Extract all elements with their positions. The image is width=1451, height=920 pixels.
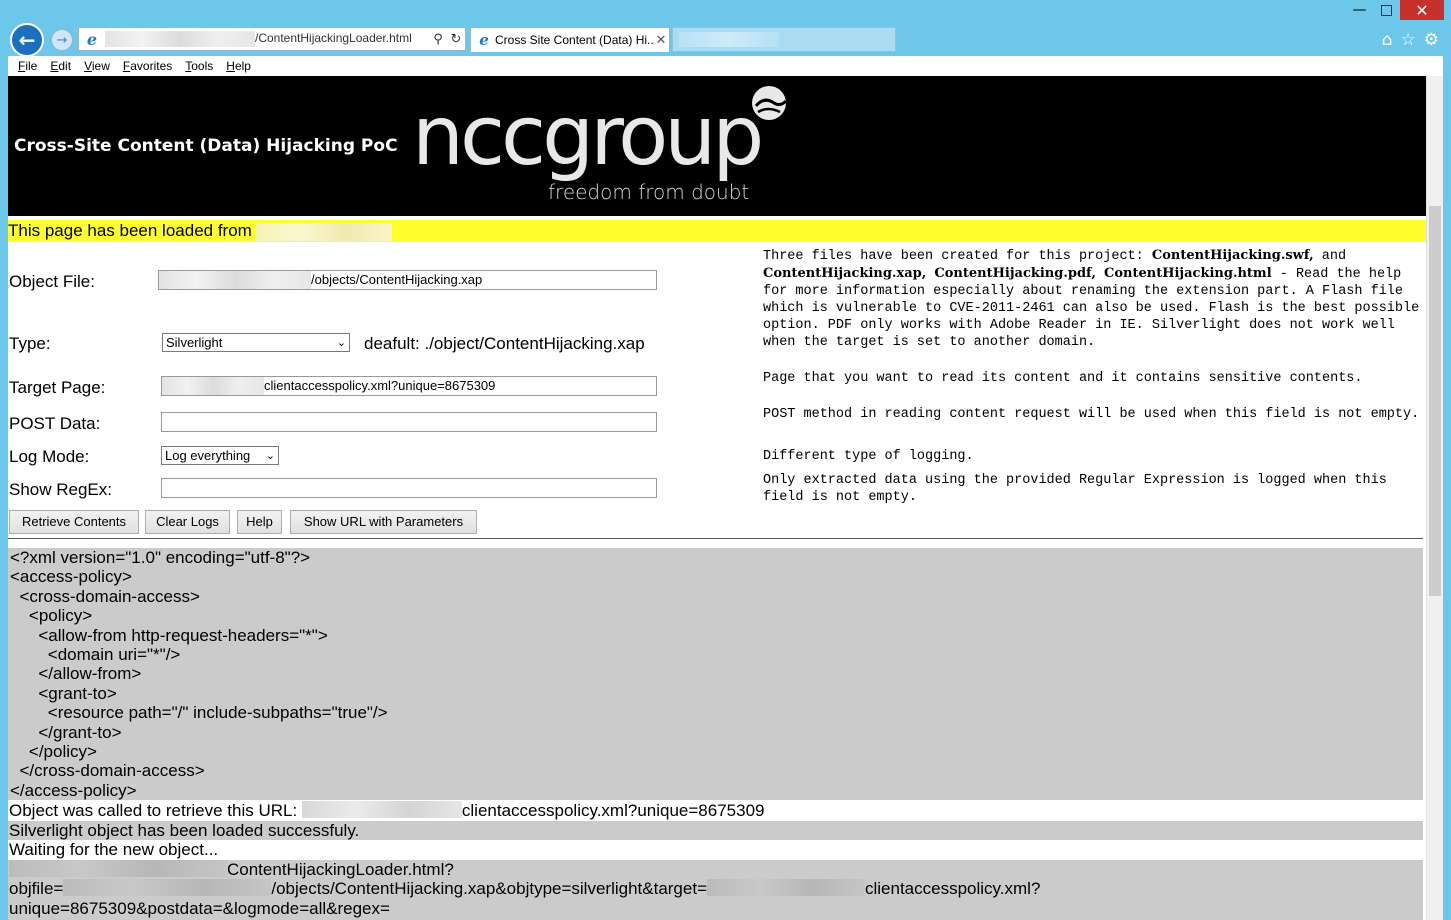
page-title: Cross-Site Content (Data) Hijacking PoC bbox=[14, 136, 398, 156]
forward-button[interactable]: → bbox=[51, 29, 73, 51]
log-objfile-redacted bbox=[63, 879, 272, 896]
help-file-pdf: ContentHijacking.pdf, bbox=[934, 266, 1096, 281]
maximize-icon[interactable]: □ bbox=[1373, 0, 1400, 20]
object-file-value: /objects/ContentHijacking.xap bbox=[311, 272, 483, 287]
tab-redacted bbox=[679, 32, 779, 47]
type-select[interactable]: Silverlight ⌄ bbox=[162, 333, 350, 352]
close-window-icon[interactable]: ✕ bbox=[1400, 0, 1444, 20]
log-line-url: Object was called to retrieve this URL: … bbox=[8, 801, 1423, 821]
log-objfile-prefix: objfile= bbox=[9, 879, 64, 898]
menu-view[interactable]: View bbox=[84, 59, 110, 73]
log-host-redacted bbox=[9, 859, 227, 877]
loaded-from-text: This page has been loaded from bbox=[8, 221, 252, 240]
help-show-regex: Only extracted data using the provided R… bbox=[763, 473, 1387, 505]
log-url-prefix: Object was called to retrieve this URL: bbox=[9, 801, 302, 820]
help-button[interactable]: Help bbox=[237, 510, 282, 534]
log-params-tail: unique=8675309&postdata=&logmode=all&reg… bbox=[9, 898, 390, 918]
show-url-button[interactable]: Show URL with Parameters bbox=[290, 510, 477, 534]
address-bar[interactable]: e /ContentHijackingLoader.html ⚲ ↻ bbox=[78, 27, 466, 51]
object-file-input[interactable]: /objects/ContentHijacking.xap bbox=[158, 270, 657, 290]
scrollbar-thumb[interactable] bbox=[1429, 206, 1441, 596]
log-mode-select-value: Log everything bbox=[165, 448, 251, 463]
menu-favorites[interactable]: Favorites bbox=[123, 59, 172, 73]
target-page-label: Target Page: bbox=[9, 378, 106, 397]
help-file-xap: ContentHijacking.xap, bbox=[763, 266, 927, 281]
vertical-scrollbar[interactable] bbox=[1426, 76, 1443, 920]
menu-edit[interactable]: Edit bbox=[50, 59, 71, 73]
favorites-star-icon[interactable]: ☆ bbox=[1401, 30, 1416, 50]
help-object-file: Three files have been created for this p… bbox=[763, 247, 1423, 351]
ie-logo-icon: e bbox=[86, 29, 98, 49]
search-icon[interactable]: ⚲ bbox=[429, 32, 447, 47]
log-url-redacted bbox=[301, 801, 462, 818]
logo-wordmark: nccgroup bbox=[412, 89, 760, 184]
chevron-down-icon: ⌄ bbox=[265, 449, 275, 462]
clear-logs-button[interactable]: Clear Logs bbox=[145, 510, 230, 534]
chevron-down-icon: ⌄ bbox=[336, 336, 346, 349]
arrow-left-icon: ← bbox=[18, 28, 36, 52]
log-loader-path: ContentHijackingLoader.html? bbox=[227, 859, 454, 879]
tab-new[interactable] bbox=[672, 27, 896, 52]
target-page-value: clientaccesspolicy.xml?unique=8675309 bbox=[264, 378, 496, 393]
log-target-redacted bbox=[707, 879, 865, 896]
arrow-right-icon: → bbox=[56, 32, 68, 48]
logo-swan-icon bbox=[752, 86, 788, 120]
loaded-from-redacted bbox=[255, 222, 392, 241]
ie-tab-icon: e bbox=[479, 31, 489, 49]
log-objfile-mid: /objects/ContentHijacking.xap&objtype=si… bbox=[271, 879, 707, 898]
tab-active[interactable]: e Cross Site Content (Data) Hi... ✕ bbox=[470, 27, 670, 52]
browser-toolbar: ← → e /ContentHijackingLoader.html ⚲ ↻ e… bbox=[0, 22, 1451, 57]
type-default-hint: deafult: ./object/ContentHijacking.xap bbox=[364, 334, 645, 353]
window-controls: — □ ✕ bbox=[1346, 0, 1444, 22]
help-file-swf: ContentHijacking.swf, bbox=[1151, 248, 1314, 263]
divider bbox=[8, 538, 1423, 539]
home-icon[interactable]: ⌂ bbox=[1382, 30, 1393, 50]
address-url[interactable]: /ContentHijackingLoader.html bbox=[105, 31, 429, 47]
show-regex-input[interactable] bbox=[161, 478, 657, 498]
help-log-mode: Different type of logging. bbox=[763, 449, 974, 464]
help-intro-text: Three files have been created for this p… bbox=[763, 249, 1152, 264]
help-target-page: Page that you want to read its content a… bbox=[763, 371, 1363, 386]
type-label: Type: bbox=[9, 334, 51, 353]
log-target-suffix: clientaccesspolicy.xml? bbox=[865, 879, 1041, 898]
minimize-icon[interactable]: — bbox=[1346, 0, 1373, 20]
help-post-data: POST method in reading content request w… bbox=[763, 407, 1420, 422]
log-line-loaded: Silverlight object has been loaded succe… bbox=[8, 820, 1423, 840]
address-url-text: /ContentHijackingLoader.html bbox=[255, 31, 412, 46]
tab-close-icon[interactable]: ✕ bbox=[653, 32, 669, 48]
post-data-label: POST Data: bbox=[9, 414, 101, 433]
menu-bar: File Edit View Favorites Tools Help bbox=[8, 56, 1443, 76]
target-page-input[interactable]: clientaccesspolicy.xml?unique=8675309 bbox=[161, 376, 657, 396]
help-and: and bbox=[1313, 249, 1347, 264]
page-content: Cross-Site Content (Data) Hijacking PoC … bbox=[8, 76, 1426, 920]
page-viewport: Cross-Site Content (Data) Hijacking PoC … bbox=[8, 76, 1443, 920]
menu-tools[interactable]: Tools bbox=[185, 59, 213, 73]
gear-icon[interactable]: ⚙ bbox=[1424, 30, 1439, 50]
log-mode-label: Log Mode: bbox=[9, 447, 90, 466]
loaded-from-notice: This page has been loaded from bbox=[8, 220, 1426, 242]
retrieve-contents-button[interactable]: Retrieve Contents bbox=[9, 510, 139, 534]
type-select-value: Silverlight bbox=[166, 335, 223, 350]
post-data-input[interactable] bbox=[161, 412, 657, 432]
nccgroup-logo: nccgroup freedom from doubt bbox=[412, 86, 788, 204]
menu-file[interactable]: File bbox=[18, 59, 37, 73]
browser-icons: ⌂ ☆ ⚙ bbox=[1382, 30, 1439, 50]
tab-title: Cross Site Content (Data) Hi... bbox=[495, 33, 653, 47]
logo-tagline: freedom from doubt bbox=[548, 180, 749, 204]
help-file-html: ContentHijacking.html bbox=[1104, 266, 1272, 281]
log-mode-select[interactable]: Log everything ⌄ bbox=[161, 446, 279, 465]
show-regex-label: Show RegEx: bbox=[9, 480, 112, 499]
log-line-params: ContentHijackingLoader.html? objfile= /ob… bbox=[8, 859, 1423, 920]
refresh-icon[interactable]: ↻ bbox=[447, 32, 465, 47]
page-banner: Cross-Site Content (Data) Hijacking PoC … bbox=[8, 76, 1426, 216]
back-button[interactable]: ← bbox=[10, 23, 44, 57]
log-url-suffix: clientaccesspolicy.xml?unique=8675309 bbox=[461, 801, 765, 820]
xml-output: <?xml version="1.0" encoding="utf-8"?> <… bbox=[8, 548, 1423, 800]
menu-help[interactable]: Help bbox=[226, 59, 251, 73]
object-file-label: Object File: bbox=[9, 272, 95, 291]
log-line-waiting: Waiting for the new object... bbox=[9, 840, 219, 859]
